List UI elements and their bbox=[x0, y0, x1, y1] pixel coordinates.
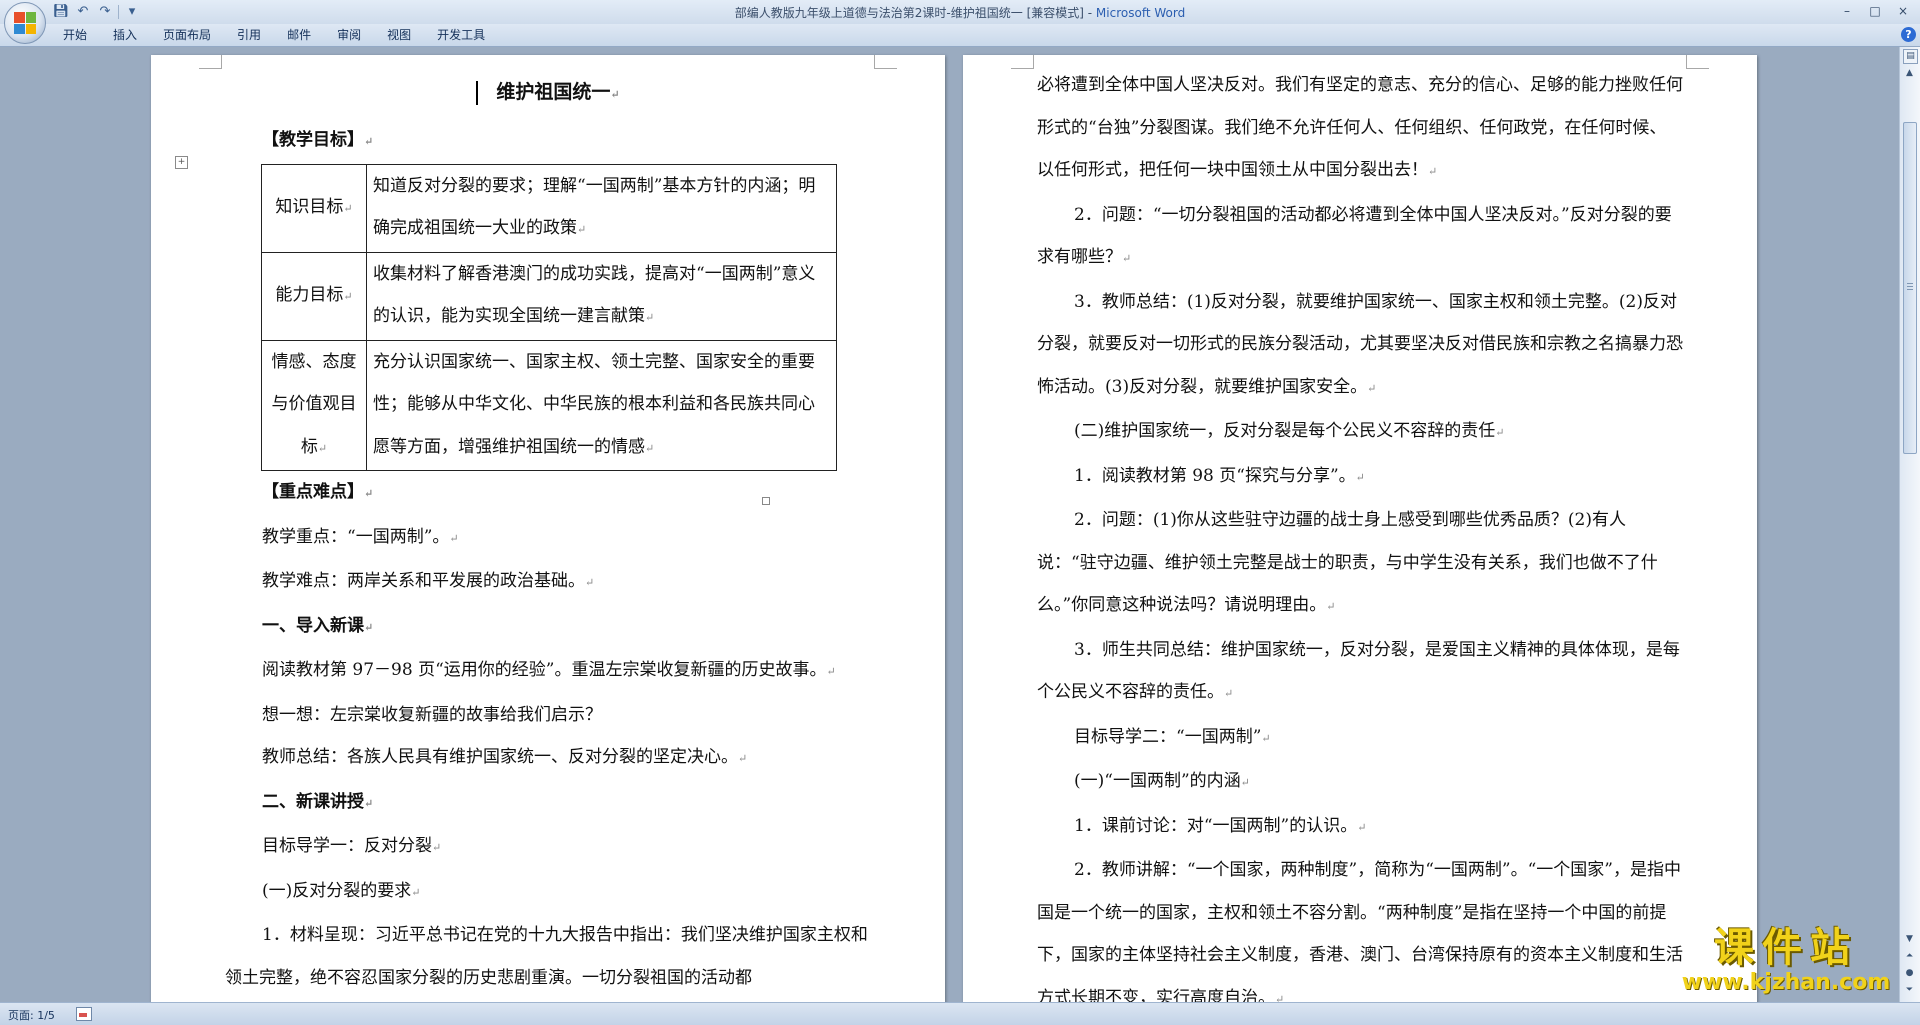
office-button[interactable] bbox=[4, 2, 46, 44]
app-name: Microsoft Word bbox=[1095, 6, 1186, 20]
table-row: 知识目标↵ 知道反对分裂的要求；理解“一国两制”基本方针的内涵；明确完成祖国统一… bbox=[261, 163, 837, 253]
title-bar: 💾︎ ↶ ↷ ▾ 部编人教版九年级上道德与法治第2课时-维护祖国统一 [兼容模式… bbox=[0, 0, 1920, 24]
paragraph: 1．阅读教材第 98 页“探究与分享”。↵ bbox=[1074, 465, 1365, 486]
window-title: 部编人教版九年级上道德与法治第2课时-维护祖国统一 [兼容模式] - Micro… bbox=[0, 4, 1920, 21]
page-1-content[interactable]: 维护祖国统一↵ 【教学目标】↵ 知识目标↵ 知道反对分裂的要求；理解“一国两制”… bbox=[225, 68, 871, 999]
table-row: 情感、态度与价值观目标↵ 充分认识国家统一、国家主权、领土完整、国家安全的重要性… bbox=[261, 339, 837, 471]
table-row: 能力目标↵ 收集材料了解香港澳门的成功实践，提高对“一国两制”意义的认识，能为实… bbox=[261, 251, 837, 341]
paragraph: (一)反对分裂的要求↵ bbox=[262, 880, 421, 901]
close-button[interactable]: × bbox=[1890, 2, 1916, 20]
paragraph: 必将遭到全体中国人坚决反对。我们有坚定的意志、充分的信心、足够的能力挫败任何形式… bbox=[1037, 75, 1683, 180]
page-2[interactable]: 必将遭到全体中国人坚决反对。我们有坚定的意志、充分的信心、足够的能力挫败任何形式… bbox=[963, 55, 1757, 1003]
browse-buttons: ▼ ⏶ ● ⏷ bbox=[1903, 933, 1916, 997]
select-browse-object-icon[interactable]: ● bbox=[1903, 967, 1916, 980]
thumb-grip bbox=[1907, 289, 1913, 290]
tab-page-layout[interactable]: 页面布局 bbox=[150, 24, 224, 46]
margin-corner-mark bbox=[1011, 55, 1034, 69]
paragraph: 教师总结：各族人民具有维护国家统一、反对分裂的坚定决心。↵ bbox=[262, 747, 748, 767]
office-logo-icon bbox=[14, 12, 36, 34]
tab-developer[interactable]: 开发工具 bbox=[424, 24, 498, 46]
document-area: + 维护祖国统一↵ 【教学目标】↵ 知识目标↵ 知道反对分裂的要求；理解“一国两… bbox=[0, 47, 1900, 1003]
paragraph: 1．材料呈现：习近平总书记在党的十九大报告中指出：我们坚决维护国家主权和领土完整… bbox=[225, 925, 868, 988]
margin-corner-mark bbox=[199, 55, 222, 69]
margin-corner-mark bbox=[1686, 55, 1709, 69]
page-count[interactable]: 页面: 1/5 bbox=[8, 1007, 55, 1023]
watermark-name: 课件站 bbox=[1714, 925, 1858, 971]
status-bar: 页面: 1/5 bbox=[0, 1002, 1920, 1025]
heading-objectives: 【教学目标】↵ bbox=[262, 130, 374, 150]
paragraph: 3．师生共同总结：维护国家统一，反对分裂，是爱国主义精神的具体体现，是每个公民义… bbox=[1037, 639, 1680, 703]
tab-mailings[interactable]: 邮件 bbox=[274, 24, 324, 46]
ribbon-tabs: 开始 插入 页面布局 引用 邮件 审阅 视图 开发工具 bbox=[50, 24, 498, 46]
watermark: 课件站 www.kjzhan.com bbox=[1668, 926, 1904, 998]
tab-review[interactable]: 审阅 bbox=[324, 24, 374, 46]
paragraph: 目标导学一：反对分裂↵ bbox=[262, 836, 442, 856]
thumb-grip bbox=[1907, 283, 1913, 284]
table-move-handle-icon[interactable]: + bbox=[175, 156, 188, 169]
table-cell-text[interactable]: 充分认识国家统一、国家主权、领土完整、国家安全的重要性；能够从中华文化、中华民族… bbox=[366, 339, 837, 471]
document-title: 维护祖国统一↵ bbox=[225, 68, 871, 119]
paragraph: 1．课前讨论：对“一国两制”的认识。↵ bbox=[1074, 815, 1367, 836]
paragraph: 教学难点：两岸关系和平发展的政治基础。↵ bbox=[262, 571, 595, 591]
table-cell-text[interactable]: 收集材料了解香港澳门的成功实践，提高对“一国两制”意义的认识，能为实现全国统一建… bbox=[366, 251, 837, 341]
table-cell-label[interactable]: 能力目标↵ bbox=[261, 251, 367, 341]
scrollbar-thumb[interactable] bbox=[1903, 122, 1917, 454]
paragraph: 目标导学二：“一国两制”↵ bbox=[1074, 726, 1271, 747]
title-separator: - bbox=[1083, 6, 1096, 20]
document-name: 部编人教版九年级上道德与法治第2课时-维护祖国统一 [兼容模式] bbox=[734, 6, 1084, 20]
paragraph: 3．教师总结：(1)反对分裂，就要维护国家统一、国家主权和领土完整。(2)反对分… bbox=[1037, 291, 1683, 397]
scroll-down-arrow-icon[interactable]: ▼ bbox=[1903, 933, 1916, 946]
window-controls: – □ × bbox=[1834, 2, 1916, 20]
heading-new-lesson: 二、新课讲授↵ bbox=[262, 791, 374, 812]
paragraph: 2．问题：(1)你从这些驻守边疆的战士身上感受到哪些优秀品质？(2)有人说：“驻… bbox=[1037, 510, 1658, 615]
minimize-button[interactable]: – bbox=[1834, 2, 1860, 20]
tab-references[interactable]: 引用 bbox=[224, 24, 274, 46]
tab-view[interactable]: 视图 bbox=[374, 24, 424, 46]
scroll-up-arrow-icon[interactable]: ▲ bbox=[1903, 67, 1916, 80]
heading-intro: 一、导入新课↵ bbox=[262, 615, 374, 636]
thumb-grip bbox=[1907, 286, 1913, 287]
paragraph: 阅读教材第 97－98 页“运用你的经验”。重温左宗棠收复新疆的历史故事。↵ bbox=[262, 660, 836, 680]
paragraph: 想一想：左宗棠收复新疆的故事给我们启示？ bbox=[262, 704, 602, 725]
previous-page-icon[interactable]: ⏶ bbox=[1903, 950, 1916, 963]
maximize-button[interactable]: □ bbox=[1862, 2, 1888, 20]
paragraph: 教学重点：“一国两制”。↵ bbox=[262, 526, 459, 547]
paragraph: (二)维护国家统一，反对分裂是每个公民义不容辞的责任↵ bbox=[1074, 421, 1505, 441]
objectives-table[interactable]: 知识目标↵ 知道反对分裂的要求；理解“一国两制”基本方针的内涵；明确完成祖国统一… bbox=[261, 163, 837, 472]
watermark-url: www.kjzhan.com bbox=[1681, 970, 1891, 995]
table-cell-text[interactable]: 知道反对分裂的要求；理解“一国两制”基本方针的内涵；明确完成祖国统一大业的政策↵ bbox=[366, 163, 837, 253]
page-2-content[interactable]: 必将遭到全体中国人坚决反对。我们有坚定的意志、充分的信心、足够的能力挫败任何形式… bbox=[1037, 64, 1683, 1003]
table-cell-label[interactable]: 知识目标↵ bbox=[261, 163, 367, 253]
text-cursor bbox=[476, 81, 479, 105]
tab-insert[interactable]: 插入 bbox=[100, 24, 150, 46]
margin-corner-mark bbox=[874, 55, 897, 69]
paragraph: 2．问题：“一切分裂祖国的活动都必将遭到全体中国人坚决反对。”反对分裂的要求有哪… bbox=[1037, 204, 1672, 268]
page-1[interactable]: + 维护祖国统一↵ 【教学目标】↵ 知识目标↵ 知道反对分裂的要求；理解“一国两… bbox=[151, 55, 945, 1003]
tab-home[interactable]: 开始 bbox=[50, 24, 100, 46]
next-page-icon[interactable]: ⏷ bbox=[1903, 984, 1916, 997]
paragraph: (一)“一国两制”的内涵↵ bbox=[1074, 771, 1250, 791]
ruler-toggle-icon[interactable]: ▤ bbox=[1903, 49, 1918, 64]
ribbon: 开始 插入 页面布局 引用 邮件 审阅 视图 开发工具 ? bbox=[0, 24, 1920, 47]
paragraph: 2．教师讲解：“一个国家，两种制度”，简称为“一国两制”。“一个国家”，是指中国… bbox=[1037, 860, 1683, 1003]
help-icon[interactable]: ? bbox=[1901, 27, 1916, 42]
table-cell-label[interactable]: 情感、态度与价值观目标↵ bbox=[261, 339, 367, 471]
proofing-icon[interactable] bbox=[76, 1007, 92, 1021]
vertical-scrollbar[interactable]: ▤ ▲ ▼ ⏶ ● ⏷ bbox=[1899, 47, 1920, 1003]
heading-key-points: 【重点难点】↵ bbox=[262, 482, 374, 502]
